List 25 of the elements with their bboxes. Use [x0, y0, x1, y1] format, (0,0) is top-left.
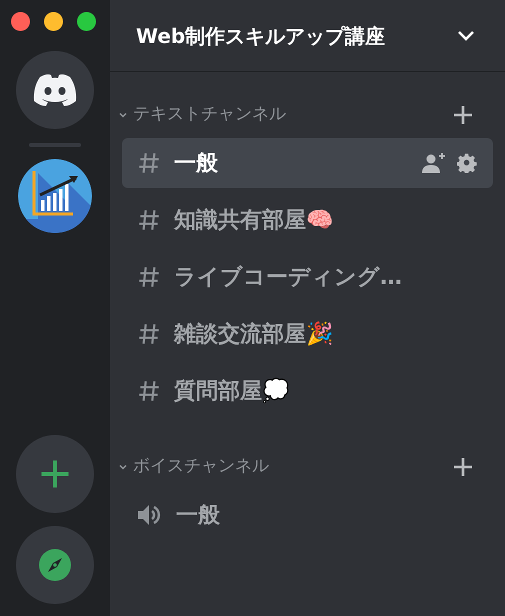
channel-item[interactable]: 雑談交流部屋🎉 — [122, 309, 493, 359]
channel-item[interactable]: ライブコーディング… — [122, 252, 493, 302]
chevron-icon — [118, 462, 128, 472]
channel-item[interactable]: 一般 — [122, 138, 493, 188]
settings-icon[interactable] — [457, 153, 477, 173]
plus-icon[interactable] — [40, 459, 70, 489]
window-control[interactable] — [11, 12, 30, 31]
chevron-down-icon — [457, 30, 475, 42]
category-header[interactable]: ボイスチャンネル — [118, 454, 269, 480]
channel-item[interactable]: 知識共有部屋🧠 — [122, 195, 493, 245]
channel-item[interactable]: 一般 — [122, 490, 493, 540]
add-member-icon[interactable] — [421, 152, 447, 174]
bar-chart-logo-icon — [18, 159, 92, 233]
server-button[interactable] — [18, 159, 92, 233]
window-control[interactable] — [77, 12, 96, 31]
server-name: Web制作スキルアップ講座 — [136, 22, 386, 50]
channel-item[interactable]: 質問部屋💭 — [122, 366, 493, 416]
controller-logo-icon — [32, 73, 78, 107]
category-header[interactable]: テキストチャンネル — [118, 102, 286, 128]
window-control[interactable] — [44, 12, 63, 31]
compass-icon — [38, 548, 72, 582]
chevron-icon — [118, 110, 128, 120]
add-channel-icon[interactable] — [453, 105, 473, 125]
add-channel-icon[interactable] — [453, 457, 473, 477]
server-header[interactable]: Web制作スキルアップ講座 — [110, 0, 505, 72]
